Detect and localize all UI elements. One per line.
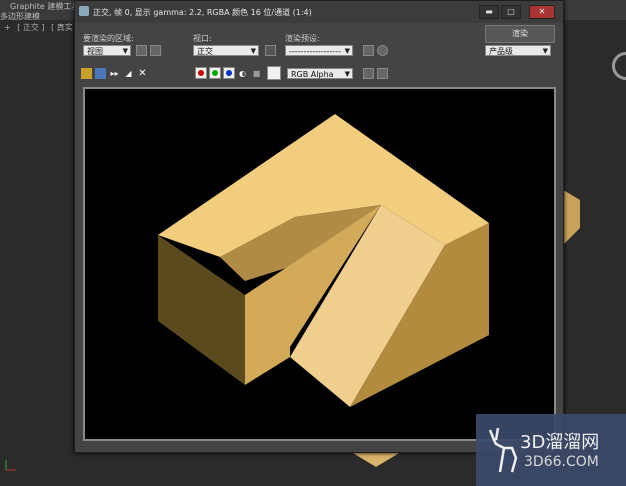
clear-icon[interactable]: ◢ <box>123 68 134 79</box>
maximize-button[interactable]: □ <box>501 5 521 19</box>
render-canvas[interactable] <box>83 87 556 441</box>
red-channel-toggle[interactable] <box>195 67 207 79</box>
toggle-ui-overlay-icon[interactable] <box>363 68 374 79</box>
red-dot-icon <box>198 70 204 76</box>
watermark-text: 3D溜溜网 <box>520 432 600 453</box>
minimize-button[interactable]: ▬ <box>479 5 499 19</box>
channel-value: RGB Alpha <box>291 70 334 79</box>
render-frame-window[interactable]: 正交, 帧 0, 显示 gamma: 2.2, RGBA 颜色 16 位/通道 … <box>74 0 564 453</box>
viewport-plus[interactable]: + <box>4 23 11 32</box>
blue-channel-toggle[interactable] <box>223 67 235 79</box>
viewport-label-bar: + [ 正交 ] [ 真实 ] <box>0 22 78 33</box>
teapot-icon <box>79 6 89 16</box>
lock-icon[interactable] <box>265 45 276 56</box>
blue-dot-icon <box>226 70 232 76</box>
viewport-value: 正交 <box>197 47 213 56</box>
close-button[interactable]: ✕ <box>529 5 555 19</box>
preset-dropdown[interactable]: ------------------ ▼ <box>285 45 353 56</box>
watermark: 3D溜溜网 3D66.COM <box>476 414 626 486</box>
swatch-white[interactable] <box>267 66 281 80</box>
viewport-view-label[interactable]: [ 正交 ] <box>17 23 44 32</box>
edit-region-icon[interactable] <box>136 45 147 56</box>
quality-dropdown[interactable]: 产品级 ▼ <box>485 45 551 56</box>
rendered-object <box>158 114 489 407</box>
viewcube-ring[interactable] <box>612 52 626 80</box>
mono-toggle-icon[interactable]: ■ <box>251 68 262 79</box>
watermark-url: 3D66.COM <box>524 454 599 470</box>
area-value: 视图 <box>87 47 103 56</box>
green-dot-icon <box>212 70 218 76</box>
render-button[interactable]: 渲染 <box>485 25 555 43</box>
window-title: 正交, 帧 0, 显示 gamma: 2.2, RGBA 颜色 16 位/通道 … <box>93 8 312 17</box>
chevron-down-icon: ▼ <box>250 47 256 55</box>
alpha-toggle-icon[interactable]: ◐ <box>237 68 248 79</box>
viewport-label: 视口: <box>193 34 212 43</box>
preset-label: 渲染预设: <box>285 34 320 43</box>
close-x-icon[interactable]: ✕ <box>137 68 148 79</box>
auto-region-icon[interactable] <box>150 45 161 56</box>
viewport-dropdown[interactable]: 正交 ▼ <box>193 45 259 56</box>
quality-value: 产品级 <box>489 47 513 56</box>
channel-dropdown[interactable]: RGB Alpha ▼ <box>287 68 353 79</box>
green-channel-toggle[interactable] <box>209 67 221 79</box>
chevron-down-icon: ▼ <box>542 47 548 55</box>
deer-logo-icon <box>488 427 518 473</box>
chevron-down-icon: ▼ <box>344 70 350 78</box>
window-titlebar[interactable]: 正交, 帧 0, 显示 gamma: 2.2, RGBA 颜色 16 位/通道 … <box>75 1 563 23</box>
save-image-icon[interactable] <box>81 68 92 79</box>
clone-window-icon[interactable] <box>95 68 106 79</box>
environment-icon[interactable] <box>377 45 388 56</box>
toggle-ui-icon[interactable] <box>377 68 388 79</box>
render-setup-icon[interactable] <box>363 45 374 56</box>
chevron-down-icon: ▼ <box>122 47 128 55</box>
area-label: 要渲染的区域: <box>83 34 134 43</box>
preset-value: ------------------ <box>289 47 341 56</box>
chevron-down-icon: ▼ <box>344 47 350 55</box>
area-dropdown[interactable]: 视图 ▼ <box>83 45 131 56</box>
axis-icon <box>4 458 18 474</box>
polygon-modeling-menu[interactable]: 多边形建模 <box>0 11 40 22</box>
print-icon[interactable]: ▸▸ <box>109 68 120 79</box>
